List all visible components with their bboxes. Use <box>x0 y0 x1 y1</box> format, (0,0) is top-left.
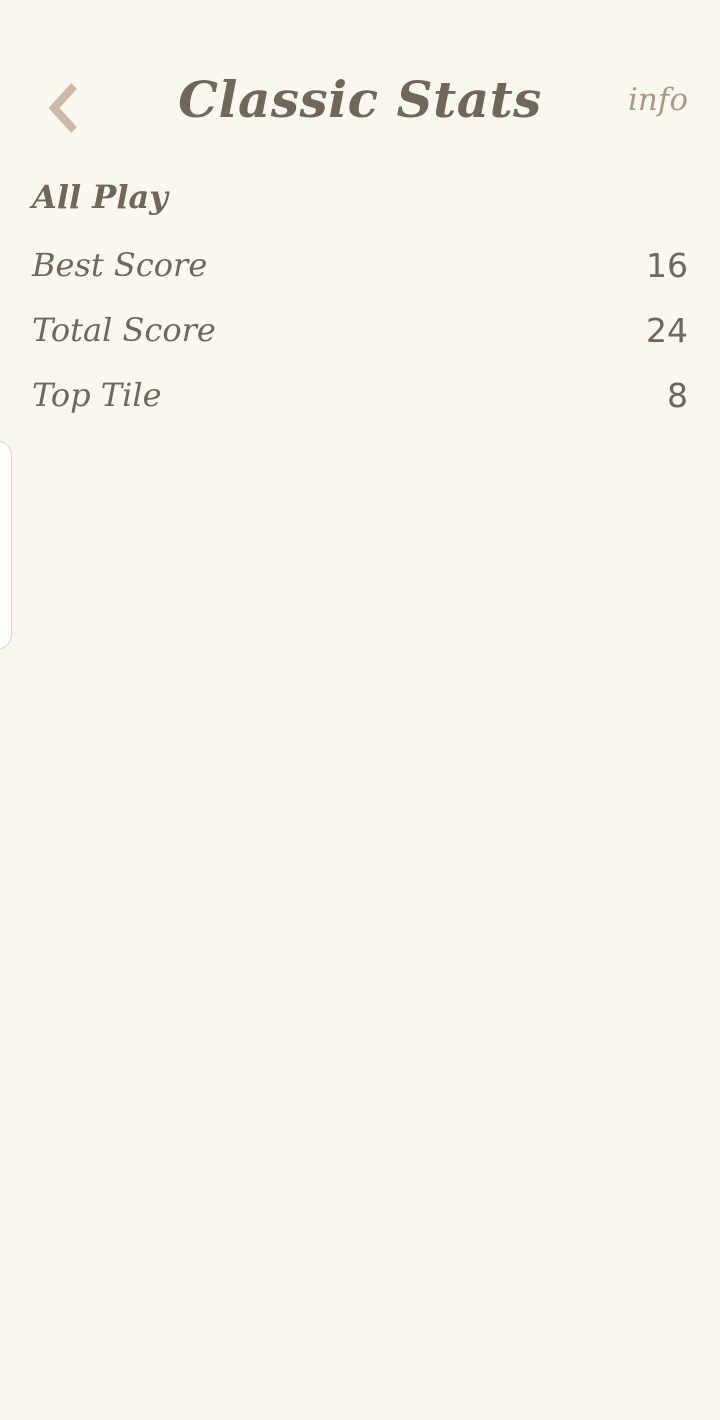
section-heading-all-play: All Play <box>32 178 168 216</box>
header-bar: Classic Stats info <box>0 60 720 150</box>
stat-value: 24 <box>646 310 688 350</box>
stat-label: Top Tile <box>32 376 162 414</box>
stat-value: 8 <box>667 375 688 415</box>
chevron-left-icon <box>48 83 77 133</box>
page-title: Classic Stats <box>178 70 542 129</box>
stat-row-top-tile: Top Tile 8 <box>32 370 688 420</box>
stat-row-total-score: Total Score 24 <box>32 305 688 355</box>
stat-value: 16 <box>646 245 688 285</box>
edge-panel-handle[interactable] <box>0 440 12 650</box>
info-link[interactable]: info <box>628 82 688 118</box>
stat-row-best-score: Best Score 16 <box>32 240 688 290</box>
stat-label: Total Score <box>32 311 216 349</box>
back-button[interactable] <box>36 78 96 138</box>
stat-label: Best Score <box>32 246 208 284</box>
